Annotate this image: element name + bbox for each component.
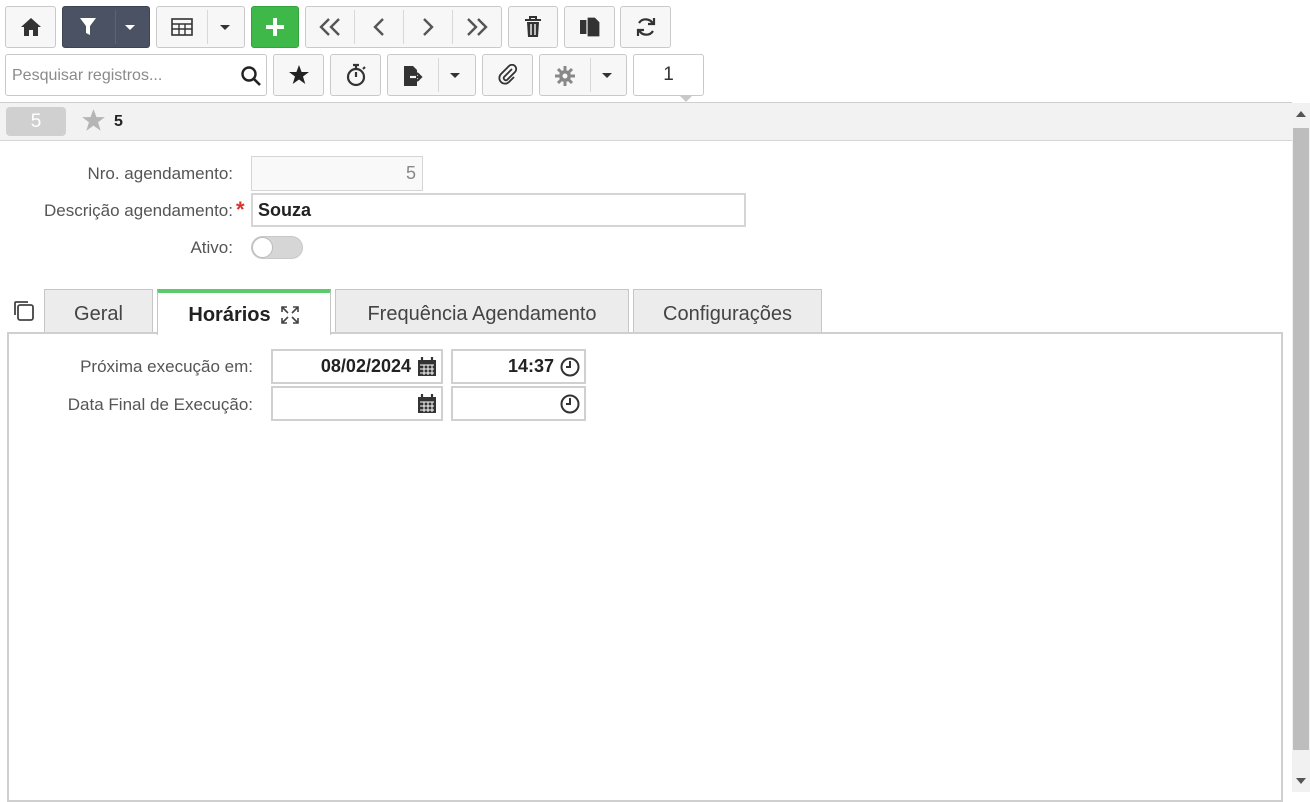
next-execution-time-field[interactable]: 14:37 — [451, 349, 586, 384]
delete-button[interactable] — [508, 6, 558, 48]
date-value: 08/02/2024 — [320, 356, 411, 376]
settings-button[interactable] — [539, 54, 627, 96]
description-field[interactable]: Souza — [251, 193, 746, 227]
scroll-up-icon[interactable] — [1296, 111, 1306, 117]
home-button[interactable] — [5, 6, 56, 48]
required-indicator: * — [236, 197, 245, 222]
time-value: 14:37 — [507, 356, 554, 376]
calendar-icon[interactable] — [416, 393, 438, 415]
filter-dropdown-icon[interactable] — [125, 25, 135, 30]
refresh-icon — [635, 16, 657, 38]
settings-dropdown-icon[interactable] — [602, 73, 612, 78]
end-execution-time-field[interactable] — [451, 386, 586, 421]
search-icon[interactable] — [240, 65, 262, 87]
scroll-down-icon[interactable] — [1296, 778, 1306, 784]
tab-label: Horários — [188, 303, 271, 326]
grid-view-button[interactable] — [156, 6, 245, 48]
grid-dropdown-icon[interactable] — [220, 25, 230, 30]
filter-button[interactable] — [62, 6, 150, 48]
last-record-button[interactable] — [453, 7, 501, 47]
search-input[interactable] — [10, 61, 234, 91]
chevron-right-icon — [421, 17, 435, 37]
ativo-label: Ativo: — [190, 238, 233, 257]
end-execution-date-field[interactable] — [271, 386, 443, 421]
scrollbar-thumb[interactable] — [1293, 128, 1309, 750]
first-record-button[interactable] — [306, 7, 353, 47]
trash-icon — [524, 16, 542, 38]
next-execution-date-field[interactable]: 08/02/2024 — [271, 349, 443, 384]
stopwatch-icon — [345, 63, 367, 87]
desc-label: Descrição agendamento: — [43, 201, 233, 220]
plus-icon — [264, 16, 286, 38]
double-chevron-left-icon — [318, 17, 342, 37]
export-dropdown-icon[interactable] — [450, 73, 460, 78]
favorite-button[interactable] — [273, 54, 324, 96]
refresh-button[interactable] — [620, 6, 671, 48]
copy-tabs-icon[interactable] — [12, 299, 36, 328]
table-icon — [171, 18, 193, 36]
nro-field[interactable]: 5 — [251, 156, 423, 191]
tab-label: Geral — [74, 303, 123, 325]
export-button[interactable] — [387, 54, 476, 96]
clock-icon[interactable] — [559, 393, 581, 415]
tab-label: Frequência Agendamento — [367, 303, 597, 325]
record-title: 5 — [114, 113, 123, 130]
nro-label: Nro. agendamento: — [87, 164, 233, 183]
duplicate-button[interactable] — [564, 6, 615, 48]
expand-icon[interactable] — [280, 305, 300, 325]
calendar-icon[interactable] — [416, 356, 438, 378]
next-execution-label: Próxima execução em: — [80, 357, 253, 376]
search-box — [5, 54, 267, 96]
chevron-left-icon — [372, 17, 386, 37]
tab-frequencia-agendamento[interactable]: Frequência Agendamento — [335, 289, 629, 333]
copy-icon — [579, 16, 601, 38]
record-id-badge: 5 — [6, 107, 66, 136]
tab-horarios[interactable]: Horários — [157, 289, 331, 335]
home-icon — [20, 17, 42, 37]
previous-record-button[interactable] — [355, 7, 402, 47]
paperclip-icon — [497, 64, 519, 86]
filter-icon — [79, 17, 97, 37]
export-icon — [402, 65, 424, 87]
add-record-button[interactable] — [251, 6, 299, 48]
gear-icon — [554, 65, 576, 87]
ativo-toggle[interactable] — [251, 236, 303, 259]
next-record-button[interactable] — [404, 7, 451, 47]
star-icon — [288, 64, 310, 86]
tab-label: Configurações — [663, 303, 792, 325]
clock-icon[interactable] — [559, 356, 581, 378]
tab-geral[interactable]: Geral — [44, 289, 153, 333]
attachment-button[interactable] — [482, 54, 533, 96]
vertical-scrollbar[interactable] — [1292, 103, 1310, 792]
record-counter[interactable]: 1 — [633, 54, 704, 102]
star-icon[interactable] — [80, 108, 107, 138]
record-header: 5 5 — [0, 103, 1292, 141]
toggle-knob — [252, 237, 273, 258]
tab-configuracoes[interactable]: Configurações — [633, 289, 822, 333]
end-execution-label: Data Final de Execução: — [67, 395, 253, 414]
double-chevron-right-icon — [465, 17, 489, 37]
timer-button[interactable] — [330, 54, 381, 96]
